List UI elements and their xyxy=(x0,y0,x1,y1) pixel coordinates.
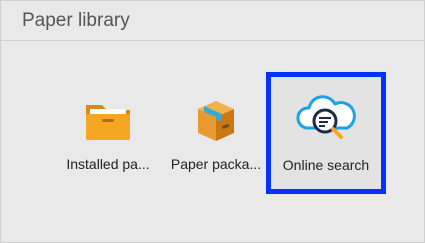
tile-label: Installed pa... xyxy=(66,156,150,172)
online-search-tile[interactable]: Online search xyxy=(266,72,386,194)
cloud-search-icon xyxy=(293,90,359,146)
folder-icon xyxy=(80,95,136,145)
tile-label: Paper packa... xyxy=(170,156,262,172)
installed-papers-tile[interactable]: Installed pa... xyxy=(50,77,166,187)
paper-packages-tile[interactable]: Paper packa... xyxy=(158,77,274,187)
page-title: Paper library xyxy=(22,10,130,31)
tile-label: Online search xyxy=(282,157,370,173)
package-box-icon xyxy=(188,95,244,145)
paper-library-panel: Paper library Installed pa... Paper pack… xyxy=(0,0,425,243)
panel-header: Paper library xyxy=(1,1,425,41)
